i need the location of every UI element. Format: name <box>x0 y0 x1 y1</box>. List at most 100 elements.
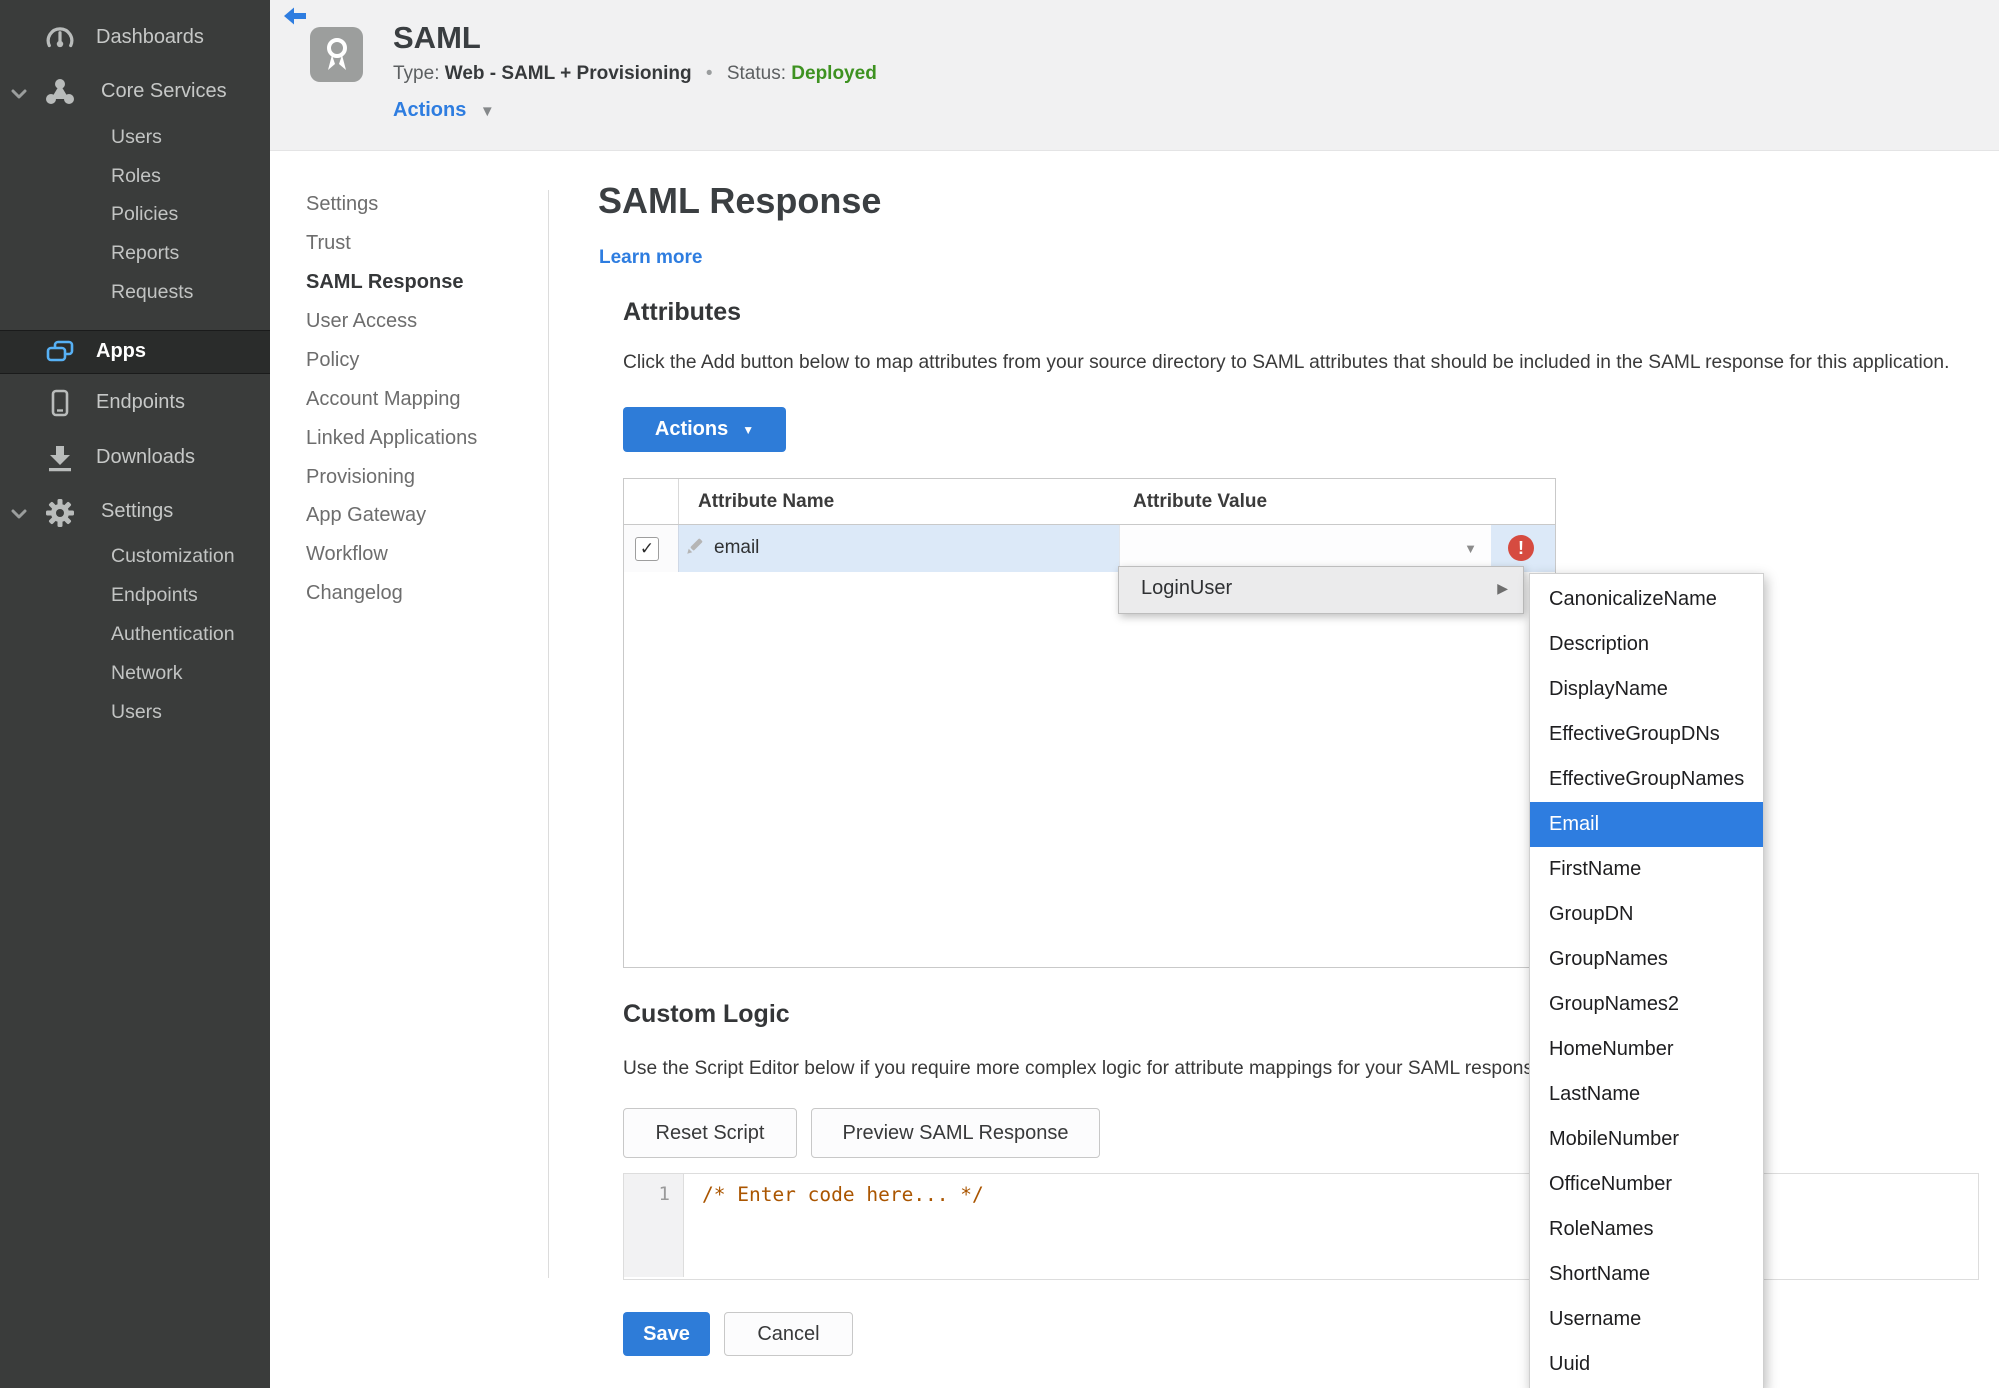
sidebar-item-settings-users[interactable]: Users <box>111 701 270 731</box>
sidebar-item-settings[interactable]: Settings <box>0 492 270 532</box>
preview-saml-response-button[interactable]: Preview SAML Response <box>811 1108 1100 1158</box>
validation-error-icon: ! <box>1508 535 1534 561</box>
app-header: SAML Type: Web - SAML + Provisioning • S… <box>270 0 1999 151</box>
menu-item-displayname[interactable]: DisplayName <box>1530 667 1763 712</box>
menu-item-effectivegroupdns[interactable]: EffectiveGroupDNs <box>1530 712 1763 757</box>
saml-app-icon <box>310 27 363 82</box>
attribute-value-select[interactable]: ▼ <box>1119 525 1491 572</box>
row-checkbox[interactable]: ✓ <box>635 537 659 561</box>
sidebar-item-dashboards[interactable]: Dashboards <box>0 18 270 58</box>
loginuser-submenu: CanonicalizeName Description DisplayName… <box>1529 573 1764 1388</box>
attribute-name-value: email <box>714 537 760 558</box>
table-row[interactable]: ✓ email ▼ ! <box>624 525 1555 572</box>
chevron-down-icon[interactable] <box>11 86 27 104</box>
header-actions-label: Actions <box>393 99 467 121</box>
sidebar-item-label: Downloads <box>96 446 195 468</box>
tab-changelog[interactable]: Changelog <box>306 582 541 608</box>
sidebar-item-users[interactable]: Users <box>111 126 270 156</box>
sidebar-item-label: Core Services <box>101 80 227 102</box>
tab-workflow[interactable]: Workflow <box>306 543 541 569</box>
code-editor[interactable]: 1 /* Enter code here... */ <box>623 1173 1979 1280</box>
actions-button-label: Actions <box>654 418 729 440</box>
menu-item-homenumber[interactable]: HomeNumber <box>1530 1027 1763 1072</box>
menu-item-description[interactable]: Description <box>1530 622 1763 667</box>
sidebar-item-customization[interactable]: Customization <box>111 545 270 575</box>
line-number: 1 <box>658 1183 670 1205</box>
menu-item-uuid[interactable]: Uuid <box>1530 1342 1763 1387</box>
sidebar-item-apps[interactable]: Apps <box>0 330 270 374</box>
gear-icon <box>44 498 76 533</box>
custom-logic-heading: Custom Logic <box>623 1000 790 1028</box>
loginuser-menu-label: LoginUser <box>1141 577 1233 599</box>
learn-more-link[interactable]: Learn more <box>599 247 702 269</box>
sidebar-item-requests[interactable]: Requests <box>111 281 270 311</box>
endpoint-device-icon <box>44 389 76 422</box>
column-header-attribute-value: Attribute Value <box>1133 491 1268 512</box>
menu-item-firstname[interactable]: FirstName <box>1530 847 1763 892</box>
caret-down-icon: ▼ <box>479 103 495 120</box>
caret-down-icon: ▼ <box>742 422 755 437</box>
tab-policy[interactable]: Policy <box>306 349 541 375</box>
save-button-label: Save <box>643 1322 690 1345</box>
tab-trust[interactable]: Trust <box>306 232 541 258</box>
sidebar-item-authentication[interactable]: Authentication <box>111 623 270 653</box>
menu-item-lastname[interactable]: LastName <box>1530 1072 1763 1117</box>
menu-item-username[interactable]: Username <box>1530 1297 1763 1342</box>
apps-icon <box>44 339 76 370</box>
sidebar-item-label: Endpoints <box>96 391 185 413</box>
section-title: SAML Response <box>598 180 882 221</box>
back-arrow-icon[interactable] <box>283 6 307 31</box>
tab-saml-response[interactable]: SAML Response <box>306 271 541 297</box>
tab-linked-applications[interactable]: Linked Applications <box>306 427 541 453</box>
menu-item-groupdn[interactable]: GroupDN <box>1530 892 1763 937</box>
sidebar-item-reports[interactable]: Reports <box>111 242 270 272</box>
menu-item-groupnames[interactable]: GroupNames <box>1530 937 1763 982</box>
app-root: Dashboards Core Services Users Roles Pol… <box>0 0 1999 1388</box>
cancel-button-label: Cancel <box>757 1322 820 1345</box>
tab-app-gateway[interactable]: App Gateway <box>306 504 541 530</box>
app-meta-line: Type: Web - SAML + Provisioning • Status… <box>393 63 877 85</box>
menu-item-groupnames2[interactable]: GroupNames2 <box>1530 982 1763 1027</box>
menu-item-email[interactable]: Email <box>1530 802 1763 847</box>
save-button[interactable]: Save <box>623 1312 710 1356</box>
preview-saml-response-label: Preview SAML Response <box>842 1121 1069 1144</box>
secondary-nav-divider <box>548 190 549 1278</box>
core-services-icon <box>44 78 76 110</box>
editor-gutter: 1 <box>624 1174 684 1277</box>
menu-item-rolenames[interactable]: RoleNames <box>1530 1207 1763 1252</box>
menu-item-shortname[interactable]: ShortName <box>1530 1252 1763 1297</box>
cancel-button[interactable]: Cancel <box>724 1312 853 1356</box>
sidebar-item-roles[interactable]: Roles <box>111 165 270 195</box>
sidebar-item-label: Apps <box>96 340 146 362</box>
dot-separator: • <box>705 63 713 84</box>
tab-settings[interactable]: Settings <box>306 193 541 219</box>
menu-item-mobilenumber[interactable]: MobileNumber <box>1530 1117 1763 1162</box>
menu-item-officenumber[interactable]: OfficeNumber <box>1530 1162 1763 1207</box>
reset-script-button[interactable]: Reset Script <box>623 1108 797 1158</box>
value-menu-loginuser[interactable]: LoginUser ▶ <box>1118 566 1524 614</box>
checkbox-column-header <box>624 479 679 524</box>
edit-pencil-icon[interactable] <box>684 537 704 562</box>
sidebar-item-policies[interactable]: Policies <box>111 203 270 233</box>
reset-script-label: Reset Script <box>655 1121 765 1144</box>
sidebar-item-label: Dashboards <box>96 26 204 48</box>
editor-code-line[interactable]: /* Enter code here... */ <box>702 1183 984 1206</box>
tab-provisioning[interactable]: Provisioning <box>306 466 541 492</box>
menu-item-effectivegroupnames[interactable]: EffectiveGroupNames <box>1530 757 1763 802</box>
page-title: SAML <box>393 20 481 55</box>
type-label: Type: <box>393 63 440 84</box>
menu-item-canonicalizename[interactable]: CanonicalizeName <box>1530 577 1763 622</box>
tab-account-mapping[interactable]: Account Mapping <box>306 388 541 414</box>
attributes-actions-button[interactable]: Actions ▼ <box>623 407 786 452</box>
sidebar-item-settings-endpoints[interactable]: Endpoints <box>111 584 270 614</box>
attributes-heading: Attributes <box>623 298 742 326</box>
sidebar-item-downloads[interactable]: Downloads <box>0 438 270 478</box>
sidebar-item-label: Settings <box>101 500 174 522</box>
sidebar-item-core-services[interactable]: Core Services <box>0 72 270 112</box>
header-actions-menu[interactable]: Actions ▼ <box>393 99 495 122</box>
sidebar-item-endpoints[interactable]: Endpoints <box>0 383 270 423</box>
chevron-down-icon[interactable] <box>11 506 27 524</box>
attributes-table: Attribute Name Attribute Value ✓ email ▼… <box>623 478 1556 968</box>
sidebar-item-network[interactable]: Network <box>111 662 270 692</box>
tab-user-access[interactable]: User Access <box>306 310 541 336</box>
